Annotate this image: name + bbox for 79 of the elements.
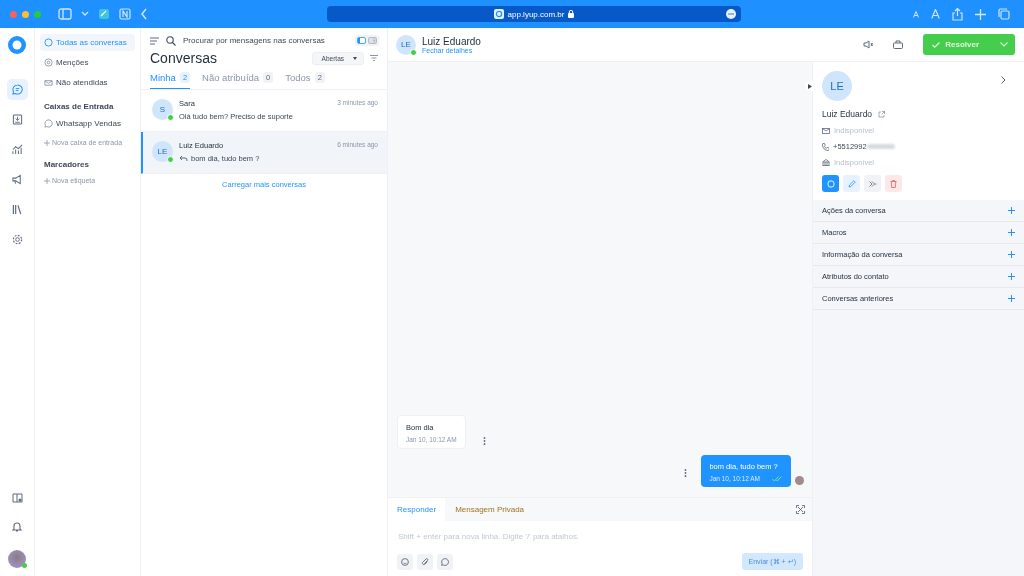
expanded-view-icon[interactable] [357,37,366,44]
new-tab-icon[interactable] [975,8,986,20]
filter-icon[interactable] [370,55,378,61]
contact-name: Luiz Eduardo [422,35,482,47]
tabs-overview-icon[interactable] [998,8,1010,20]
edit-button[interactable] [843,175,860,192]
chevron-down-icon[interactable] [81,11,89,17]
delete-button[interactable] [885,175,902,192]
whatsapp-template-button[interactable] [437,553,453,570]
more-icon[interactable] [726,9,736,19]
reply-icon [179,155,188,162]
transcript-icon[interactable] [893,40,904,49]
email-icon [822,127,830,134]
paperclip-icon [421,557,429,566]
user-avatar[interactable] [8,550,26,568]
building-icon [822,159,830,166]
message-options-icon[interactable] [482,437,486,445]
chevron-right-icon[interactable] [1001,76,1006,84]
chevron-down-icon [1000,42,1008,47]
contact-avatar: LE [822,71,852,101]
note-icon[interactable] [98,8,110,20]
new-message-button[interactable] [822,175,839,192]
smiley-icon [401,557,409,566]
plus-icon [44,177,50,184]
contact-avatar: S [152,99,173,120]
plus-icon [1008,207,1015,214]
contact-avatar: LE [152,141,173,162]
notebook-icon[interactable] [119,8,131,20]
pencil-icon [847,179,856,188]
text-larger-icon[interactable] [931,9,940,19]
search-icon [166,35,176,46]
sidebar-item[interactable]: Whatsapp Vendas [40,115,135,132]
menu-icon[interactable] [150,36,159,45]
mute-icon[interactable] [863,40,874,49]
plus-icon [1008,229,1015,236]
whatsapp-icon [44,119,53,128]
sidebar-item[interactable]: Não atendidas [40,74,135,91]
inbox-icon [44,78,53,87]
agent-avatar [795,476,804,485]
external-link-icon[interactable] [878,110,886,118]
message-options-icon[interactable] [684,469,688,477]
check-icon [932,41,941,48]
back-icon[interactable] [140,8,148,20]
conversations-icon[interactable] [6,79,28,100]
compact-view-icon[interactable] [368,37,377,44]
contact-name: Luiz Eduardo [822,109,873,119]
expand-icon[interactable] [796,505,805,514]
section-heading: Caixas de Entrada [43,101,115,113]
merge-arrow-icon [868,180,877,187]
section-heading: Marcadores [43,159,90,171]
notification-bell-icon[interactable] [12,521,22,532]
phone-icon [822,142,829,151]
page-title: Conversas [150,50,218,66]
lock-icon [568,10,575,18]
emoji-button[interactable] [397,553,413,570]
sidebar-item[interactable]: Menções [40,54,135,71]
share-icon[interactable] [952,7,963,21]
minimize-window-icon[interactable] [22,10,29,18]
whatsapp-icon [441,557,449,566]
plus-icon [1008,273,1015,280]
sidebar-toggle-icon[interactable] [58,8,72,20]
redacted-block [866,144,895,149]
attach-button[interactable] [417,553,433,570]
contact-avatar: LE [396,34,416,55]
site-icon [493,9,504,19]
book-icon[interactable] [11,493,23,503]
maximize-window-icon[interactable] [34,10,41,18]
merge-button[interactable] [864,175,881,192]
plus-icon [1008,251,1015,258]
text-smaller-icon[interactable] [913,10,919,18]
plus-icon [44,139,50,146]
app-logo-icon[interactable] [8,36,26,54]
trash-icon [890,179,897,188]
double-check-icon [772,475,783,482]
address-bar[interactable]: app.lyup.com.br [327,6,741,22]
plus-icon [1008,295,1015,302]
url-text: app.lyup.com.br [507,9,565,19]
composer-tab[interactable]: Responder [388,498,446,521]
composer-tab[interactable]: Mensagem Privada [445,498,534,521]
